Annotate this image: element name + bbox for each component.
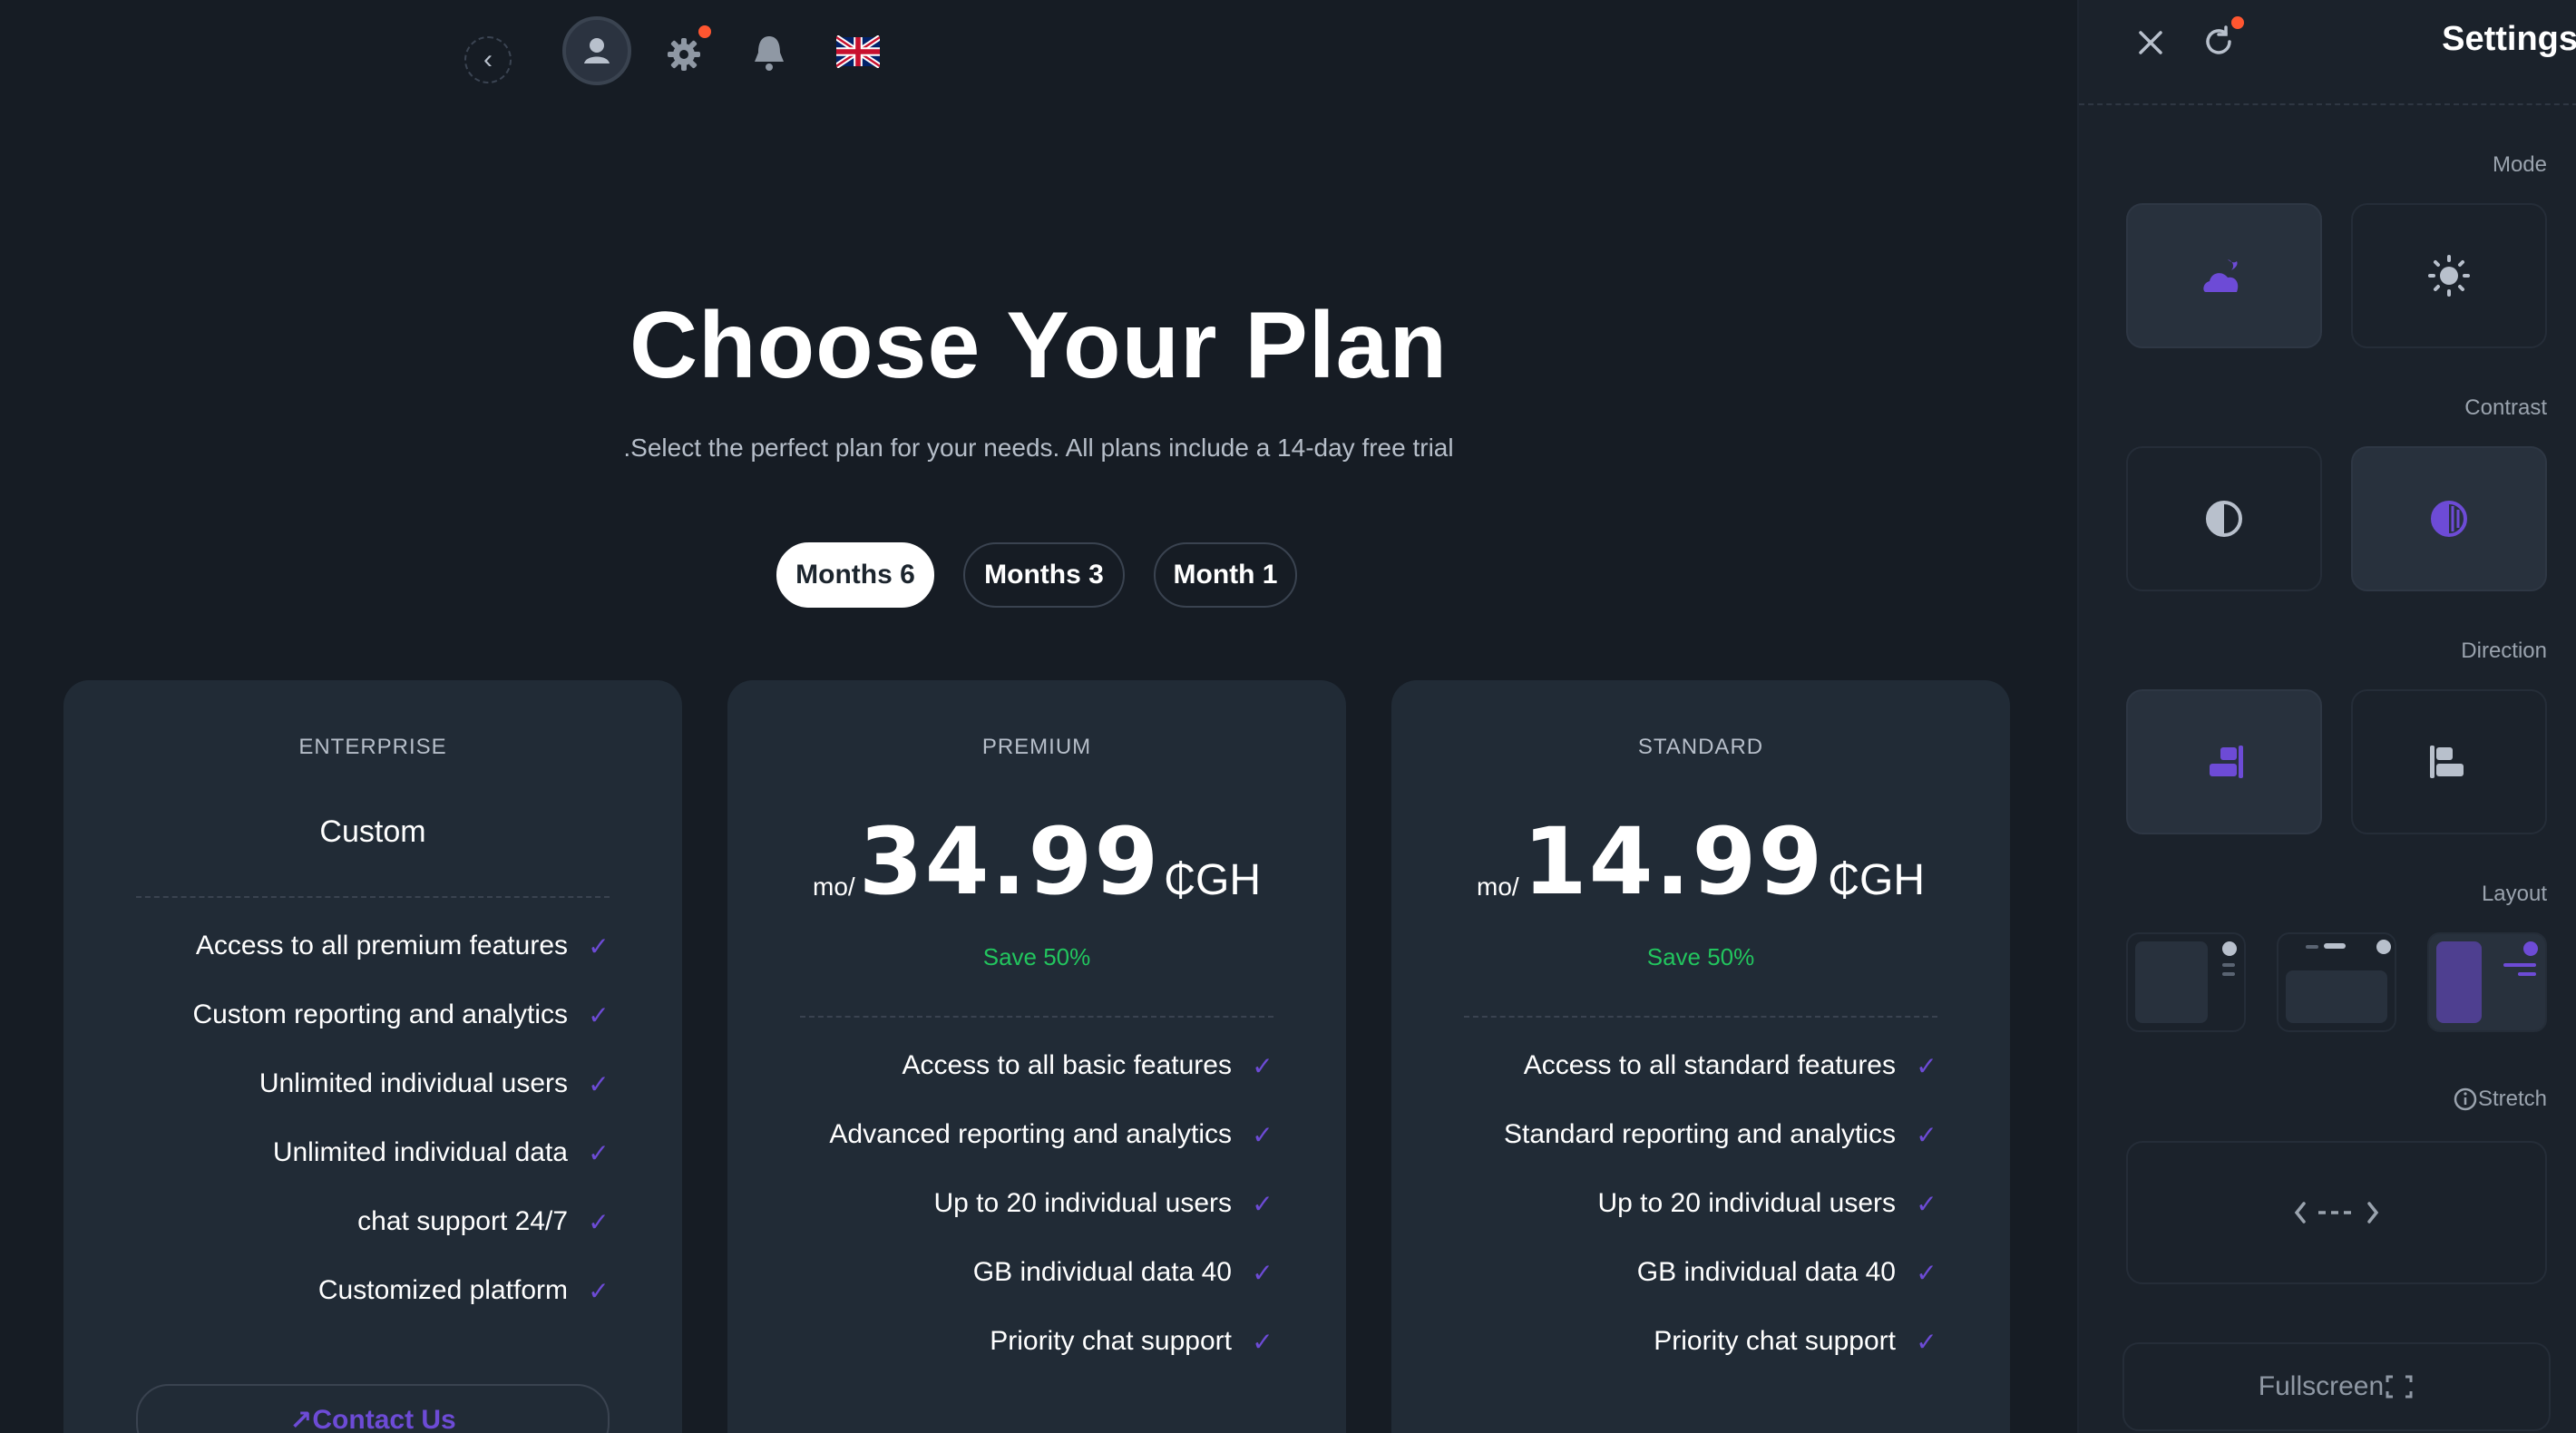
check-icon: ✓: [1252, 1051, 1273, 1080]
price-currency: ₵GH: [1828, 856, 1925, 904]
feature-item: Access to all basic features ✓: [902, 1050, 1273, 1080]
price-amount: 34.99: [858, 808, 1161, 916]
price-period: mo/: [813, 872, 855, 901]
check-icon: ✓: [1252, 1120, 1273, 1149]
user-icon: [584, 38, 610, 63]
refresh-icon[interactable]: [2200, 16, 2244, 60]
layout-mini-option[interactable]: [2427, 932, 2547, 1032]
feature-item: Up to 20 individual users ✓: [933, 1188, 1273, 1218]
feature-item: Advanced reporting and analytics ✓: [829, 1119, 1273, 1149]
settings-panel: Settings Mode Contrast Direction Layout …: [2077, 0, 2576, 1433]
price: mo/ 34.99 ₵GH: [727, 816, 1346, 909]
plan-card-standard: STANDARD mo/ 14.99 ₵GH Save 50% Access t…: [1391, 680, 2010, 1433]
settings-title: Settings: [2442, 20, 2576, 58]
feature-item: Customized platform ✓: [317, 1275, 610, 1305]
stretch-toggle[interactable]: [2126, 1141, 2547, 1284]
top-bar: ‹: [0, 0, 2077, 109]
price-amount: 14.99: [1522, 808, 1825, 916]
back-chevron-icon[interactable]: ‹: [464, 36, 512, 83]
plan-name: ENTERPRISE: [298, 735, 447, 759]
check-icon: ✓: [1916, 1189, 1937, 1218]
save-badge: Save 50%: [982, 943, 1091, 970]
sun-icon: [2428, 255, 2470, 297]
price-period: mo/: [1477, 872, 1519, 901]
billing-period-tabs: Months 6 Months 3 Month 1: [0, 542, 2077, 608]
contrast-icon: [2206, 501, 2242, 537]
mode-light-option[interactable]: [2351, 203, 2547, 348]
save-badge: Save 50%: [1646, 943, 1755, 970]
feature-item: Standard reporting and analytics ✓: [1504, 1119, 1937, 1149]
price: mo/ 14.99 ₵GH: [1391, 816, 2010, 909]
bell-icon[interactable]: [746, 29, 793, 76]
layout-vertical-option[interactable]: [2126, 932, 2246, 1032]
divider: [136, 896, 610, 898]
close-icon[interactable]: [2133, 25, 2168, 60]
feature-item: Access to all premium features ✓: [195, 931, 610, 960]
mode-dark-option[interactable]: [2126, 203, 2322, 348]
check-icon: ✓: [1916, 1120, 1937, 1149]
divider: [800, 1016, 1273, 1018]
stretch-icon: [2294, 1202, 2379, 1223]
stretch-label: Stretch: [2453, 1087, 2547, 1112]
rtl-icon: [2210, 746, 2243, 778]
direction-ltr-option[interactable]: [2351, 689, 2547, 834]
plan-name: PREMIUM: [981, 735, 1092, 759]
plan-card-premium: PREMIUM mo/ 34.99 ₵GH Save 50% Access to…: [727, 680, 1346, 1433]
contrast-label: Contrast: [2464, 395, 2547, 420]
feature-item: Custom reporting and analytics ✓: [192, 999, 610, 1029]
notification-dot: [2231, 16, 2244, 29]
plan-name: STANDARD: [1637, 735, 1764, 759]
avatar[interactable]: [562, 16, 631, 85]
check-icon: ✓: [588, 1138, 610, 1167]
contrast-bold-icon: [2431, 501, 2467, 537]
uk-flag-icon[interactable]: [836, 34, 880, 69]
check-icon: ✓: [588, 931, 610, 960]
divider: [1464, 1016, 1937, 1018]
layout-label: Layout: [2481, 882, 2547, 906]
feature-item: Priority chat support ✓: [1654, 1326, 1937, 1356]
page-subtitle: .Select the perfect plan for your needs.…: [623, 434, 1454, 462]
notification-dot: [698, 25, 711, 38]
direction-label: Direction: [2461, 639, 2547, 663]
contact-us-button[interactable]: ↗ Contact Us: [136, 1384, 610, 1433]
plan-card-enterprise: ENTERPRISE Custom Access to all premium …: [63, 680, 682, 1433]
direction-rtl-option[interactable]: [2126, 689, 2322, 834]
feature-item: GB individual data 40 ✓: [1636, 1257, 1937, 1287]
contrast-bold-option[interactable]: [2351, 446, 2547, 591]
tab-months-3[interactable]: Months 3: [963, 542, 1125, 608]
page-title: Choose Your Plan: [629, 293, 1449, 398]
feature-item: Priority chat support ✓: [990, 1326, 1273, 1356]
moon-icon: [2203, 259, 2239, 292]
settings-header: Settings: [2079, 0, 2576, 105]
check-icon: ✓: [1916, 1051, 1937, 1080]
check-icon: ✓: [1252, 1327, 1273, 1356]
check-icon: ✓: [588, 1069, 610, 1098]
feature-item: GB individual data 40 ✓: [972, 1257, 1273, 1287]
info-icon: [2454, 1087, 2477, 1111]
feature-item: Unlimited individual users ✓: [259, 1068, 610, 1098]
plan-price-custom: Custom: [319, 814, 426, 849]
feature-item: Unlimited individual data ✓: [272, 1137, 610, 1167]
fullscreen-button[interactable]: Fullscreen: [2122, 1342, 2551, 1431]
price-currency: ₵GH: [1164, 856, 1261, 904]
check-icon: ✓: [1252, 1189, 1273, 1218]
check-icon: ✓: [1916, 1327, 1937, 1356]
feature-item: Access to all standard features ✓: [1523, 1050, 1937, 1080]
tab-month-1[interactable]: Month 1: [1154, 542, 1297, 608]
gear-icon[interactable]: [660, 25, 711, 78]
mode-label: Mode: [2492, 152, 2547, 177]
check-icon: ✓: [588, 1276, 610, 1305]
tab-months-6[interactable]: Months 6: [776, 542, 934, 608]
feature-item: Up to 20 individual users ✓: [1597, 1188, 1937, 1218]
check-icon: ✓: [588, 1000, 610, 1029]
check-icon: ✓: [1252, 1258, 1273, 1287]
fullscreen-icon: [2386, 1375, 2413, 1399]
layout-horizontal-option[interactable]: [2277, 932, 2396, 1032]
ltr-icon: [2430, 746, 2464, 778]
contrast-default-option[interactable]: [2126, 446, 2322, 591]
feature-item: chat support 24/7 ✓: [357, 1206, 610, 1236]
check-icon: ✓: [588, 1207, 610, 1236]
check-icon: ✓: [1916, 1258, 1937, 1287]
